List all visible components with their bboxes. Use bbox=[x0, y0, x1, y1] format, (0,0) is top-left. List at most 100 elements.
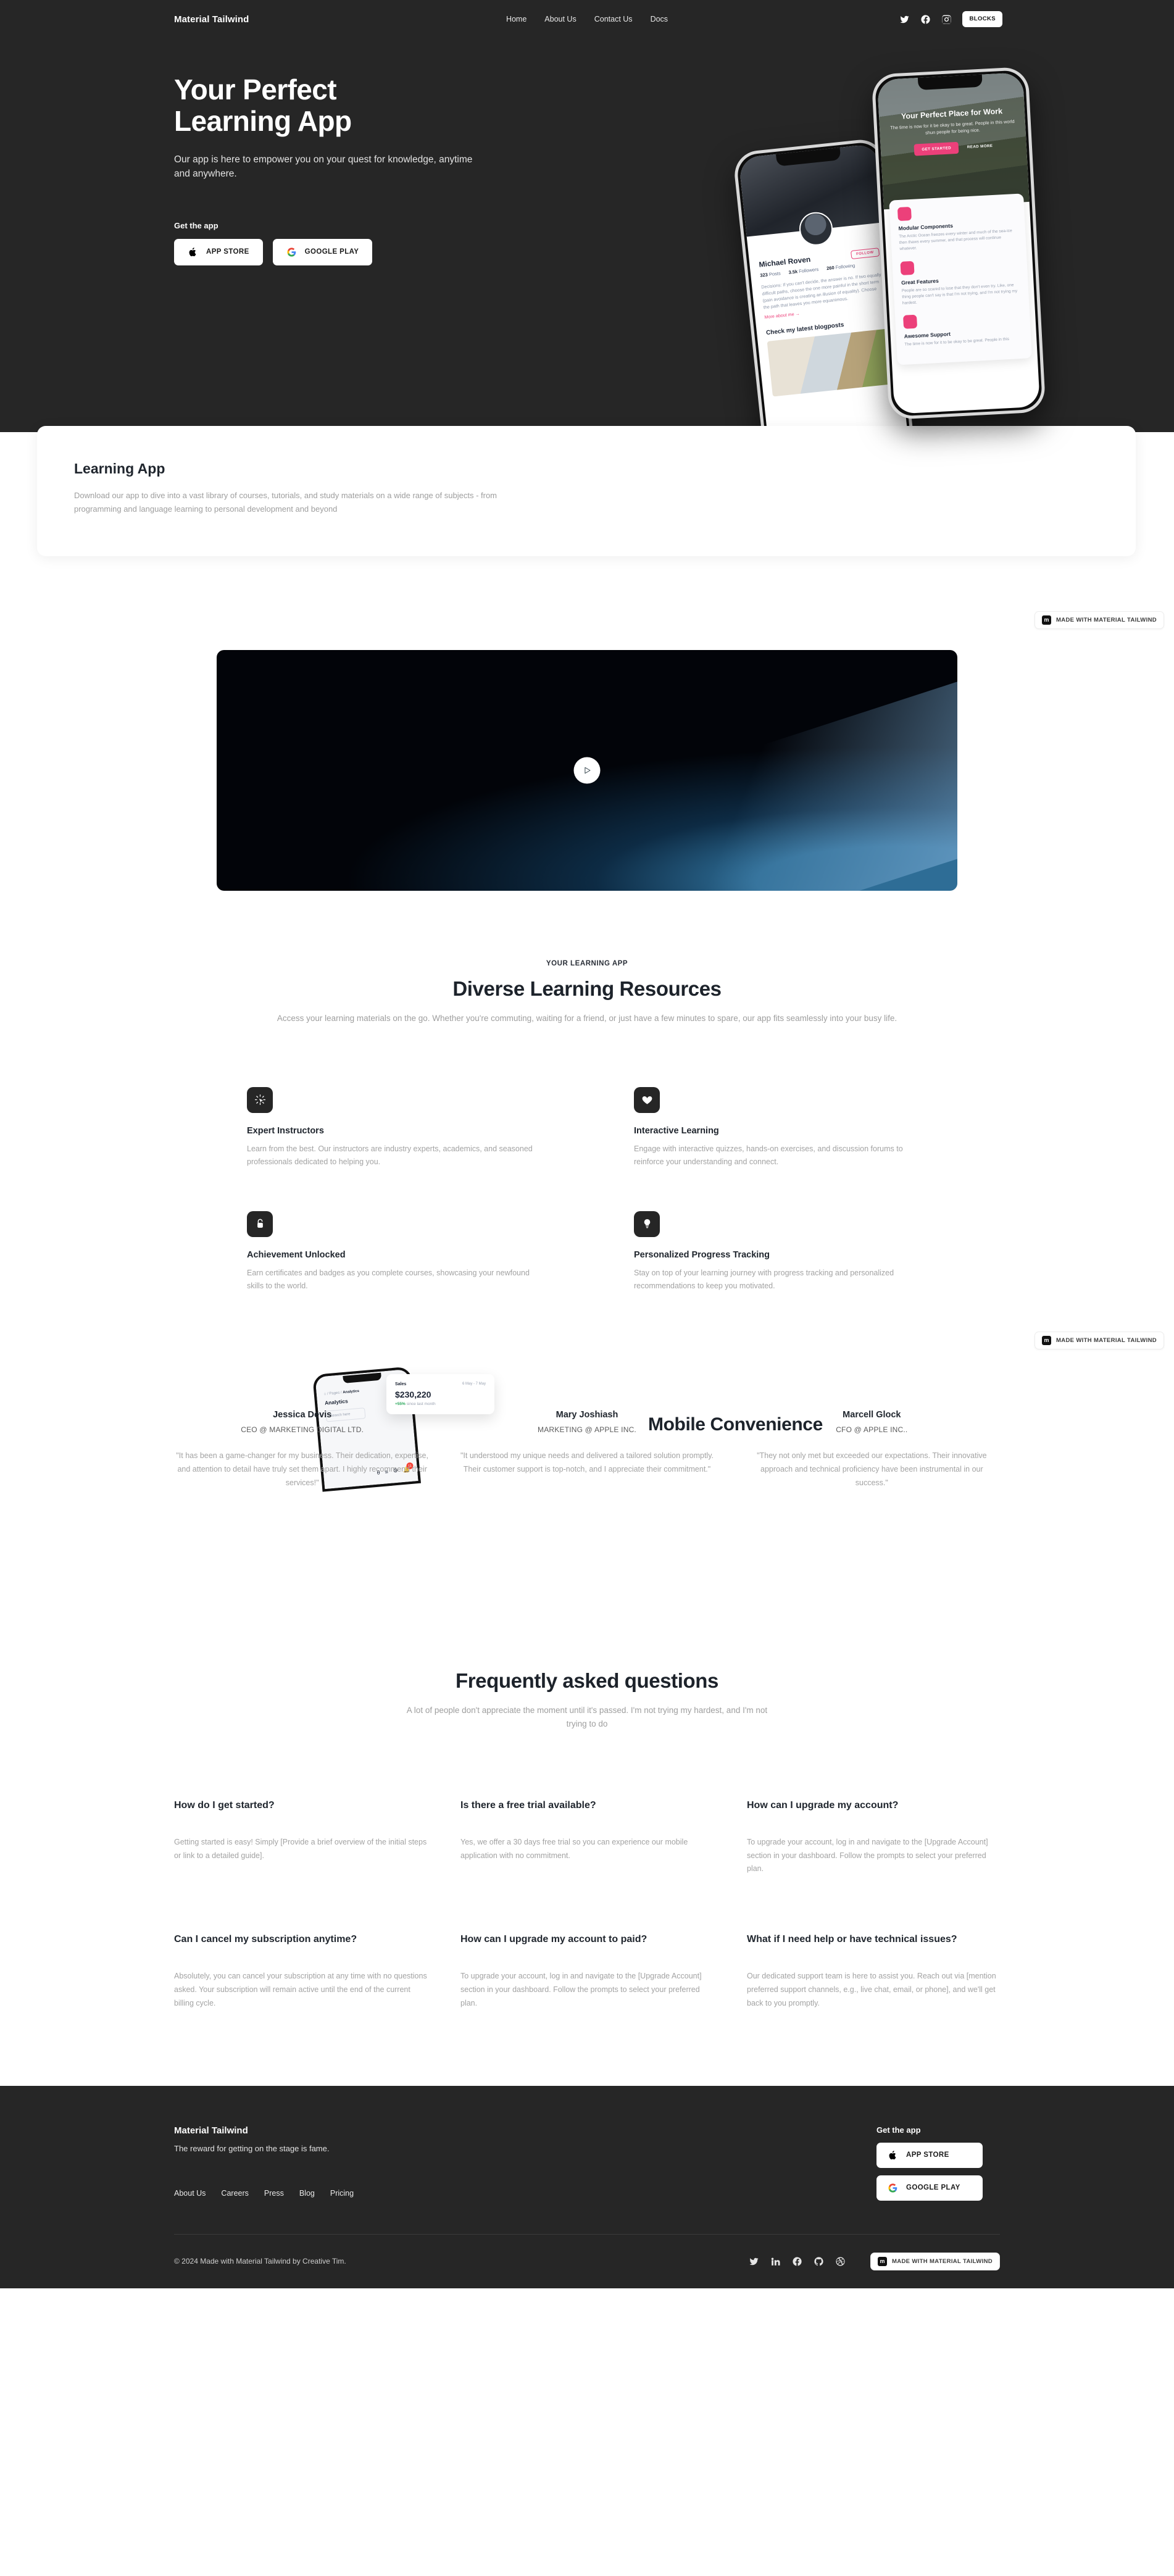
learning-app-text: Download our app to dive into a vast lib… bbox=[74, 491, 497, 514]
learning-app-title: Learning App bbox=[74, 461, 165, 477]
nav-actions: BLOCKS bbox=[899, 11, 1002, 27]
faq-item: How can I upgrade my account? To upgrade… bbox=[747, 1799, 1000, 1877]
footer-bottom-bar: © 2024 Made with Material Tailwind by Cr… bbox=[174, 2233, 1000, 2288]
phone-mockups: FOLLOW Michael Roven 323 Posts 3.5k Foll… bbox=[732, 33, 1046, 485]
made-with-badge-label: MADE WITH MATERIAL TAILWIND bbox=[1055, 617, 1157, 623]
posts-label: Posts bbox=[768, 270, 781, 278]
faq-description: A lot of people don't appreciate the mom… bbox=[406, 1705, 768, 1728]
footer-top: Material Tailwind The reward for getting… bbox=[174, 2125, 1000, 2201]
phone-mockup-landing: Your Perfect Place for Work The time is … bbox=[871, 66, 1046, 420]
footer-app-store-label: APP STORE bbox=[906, 2151, 949, 2159]
footer-get-the-app-label: Get the app bbox=[876, 2125, 921, 2135]
hero-title: Your Perfect Learning App bbox=[174, 74, 520, 136]
phone-hero-buttons: GET STARTED READ MORE bbox=[889, 139, 1018, 157]
github-icon[interactable] bbox=[814, 2256, 824, 2267]
video-player[interactable] bbox=[217, 650, 957, 891]
phone-hero-subtitle: The time is now for it be okay to be gre… bbox=[889, 118, 1015, 136]
follow-button[interactable]: FOLLOW bbox=[850, 248, 880, 260]
faq-item: Can I cancel my subscription anytime? Ab… bbox=[174, 1933, 427, 2011]
feature-text: Stay on top of your learning journey wit… bbox=[634, 1268, 894, 1291]
footer-link-press[interactable]: Press bbox=[264, 2189, 284, 2198]
heart-icon bbox=[634, 1086, 660, 1113]
posts-count: 323 bbox=[759, 272, 768, 278]
faq-answer: Getting started is easy! Simply [Provide… bbox=[174, 1837, 427, 1860]
sales-card: Sales 6 May - 7 May $230,220 +55% since … bbox=[386, 1373, 494, 1414]
nav-link-contact-us[interactable]: Contact Us bbox=[594, 15, 633, 23]
sales-delta-row: +55% since last month bbox=[395, 1402, 486, 1406]
testimonial-name: Mary Joshiash bbox=[556, 1409, 618, 1420]
made-with-badge-row-2: m MADE WITH MATERIAL TAILWIND bbox=[0, 1293, 1174, 1349]
made-with-material-tailwind-badge[interactable]: m MADE WITH MATERIAL TAILWIND bbox=[1034, 1331, 1164, 1349]
faq-question: How do I get started? bbox=[174, 1799, 275, 1811]
google-play-label: GOOGLE PLAY bbox=[304, 248, 359, 256]
faq-answer: Absolutely, you can cancel your subscrip… bbox=[174, 1972, 427, 2008]
faq-item: How can I upgrade my account to paid? To… bbox=[460, 1933, 714, 2011]
play-button[interactable] bbox=[573, 757, 601, 784]
hero-title-line-1: Your Perfect bbox=[174, 73, 337, 106]
feature-card-interactive-learning: Interactive Learning Engage with interac… bbox=[634, 1086, 927, 1169]
made-with-material-tailwind-badge[interactable]: m MADE WITH MATERIAL TAILWIND bbox=[1034, 611, 1164, 629]
features-section: YOUR LEARNING APP Diverse Learning Resou… bbox=[0, 891, 1174, 1293]
faq-answer: To upgrade your account, log in and navi… bbox=[747, 1837, 988, 1874]
faq-section: Frequently asked questions A lot of peop… bbox=[0, 1583, 1174, 2011]
footer-link-blog[interactable]: Blog bbox=[299, 2189, 315, 2198]
testimonial-card: Jessica Devis CEO @ MARKETING DIGITAL LT… bbox=[174, 1410, 430, 1490]
twitter-icon[interactable] bbox=[749, 2256, 759, 2267]
footer-app-store-button[interactable]: APP STORE bbox=[876, 2142, 983, 2168]
features-eyebrow: YOUR LEARNING APP bbox=[546, 960, 628, 967]
features-description: Access your learning materials on the go… bbox=[277, 1014, 897, 1023]
facebook-icon[interactable] bbox=[920, 14, 931, 25]
breadcrumb-pages[interactable]: Pages bbox=[329, 1391, 339, 1395]
instagram-icon[interactable] bbox=[941, 14, 952, 25]
nav-link-docs[interactable]: Docs bbox=[651, 15, 668, 23]
google-play-button[interactable]: GOOGLE PLAY bbox=[272, 238, 373, 265]
footer-social-links: m MADE WITH MATERIAL TAILWIND bbox=[749, 2252, 1000, 2270]
testimonial-quote: "It has been a game-changer for my busin… bbox=[176, 1451, 428, 1488]
footer-left: Material Tailwind The reward for getting… bbox=[174, 2125, 876, 2201]
modular-components-icon bbox=[897, 206, 912, 222]
video-section bbox=[0, 629, 1174, 891]
blocks-button[interactable]: BLOCKS bbox=[962, 11, 1002, 27]
footer-link-careers[interactable]: Careers bbox=[221, 2189, 248, 2198]
get-started-button[interactable]: GET STARTED bbox=[914, 142, 959, 156]
learning-app-card-wrap: Learning App Download our app to dive in… bbox=[0, 426, 1174, 611]
hero-subtitle: Our app is here to empower you on your q… bbox=[174, 154, 473, 180]
faq-question: Is there a free trial available? bbox=[460, 1799, 596, 1811]
lock-icon bbox=[247, 1211, 273, 1237]
hero-content: Your Perfect Learning App Our app is her… bbox=[0, 38, 1174, 485]
app-store-label: APP STORE bbox=[206, 248, 249, 256]
breadcrumb-home-icon[interactable]: ⌂ bbox=[324, 1392, 327, 1396]
app-store-button[interactable]: APP STORE bbox=[174, 238, 263, 265]
dribbble-icon[interactable] bbox=[835, 2256, 846, 2267]
lightbulb-icon bbox=[634, 1211, 660, 1237]
made-with-badge-label: MADE WITH MATERIAL TAILWIND bbox=[891, 2257, 993, 2265]
footer-link-about-us[interactable]: About Us bbox=[174, 2189, 206, 2198]
footer-store-buttons: APP STORE GOOGLE PLAY bbox=[876, 2142, 1000, 2201]
feature-text: Earn certificates and badges as you comp… bbox=[247, 1268, 530, 1291]
nav-link-about-us[interactable]: About Us bbox=[544, 15, 576, 23]
testimonial-quote: "It understood my unique needs and deliv… bbox=[460, 1451, 714, 1474]
feature-card-achievement-unlocked: Achievement Unlocked Earn certificates a… bbox=[247, 1211, 540, 1293]
phone-card-text: People are so scared to lose that they d… bbox=[901, 283, 1018, 306]
faq-question: What if I need help or have technical is… bbox=[747, 1934, 957, 1945]
faq-answer: To upgrade your account, log in and navi… bbox=[460, 1972, 702, 2008]
phone-hero-image: Your Perfect Place for Work The time is … bbox=[876, 72, 1030, 210]
footer-google-play-label: GOOGLE PLAY bbox=[906, 2184, 960, 2192]
made-with-badge-label: MADE WITH MATERIAL TAILWIND bbox=[1055, 1336, 1157, 1344]
linkedin-icon[interactable] bbox=[770, 2256, 781, 2267]
twitter-icon[interactable] bbox=[899, 14, 910, 25]
faq-question: Can I cancel my subscription anytime? bbox=[174, 1934, 357, 1945]
nav-brand[interactable]: Material Tailwind bbox=[174, 14, 249, 25]
made-with-material-tailwind-badge[interactable]: m MADE WITH MATERIAL TAILWIND bbox=[870, 2252, 1000, 2270]
nav-link-home[interactable]: Home bbox=[506, 15, 527, 23]
features-heading: Diverse Learning Resources bbox=[452, 977, 722, 1000]
facebook-icon[interactable] bbox=[792, 2256, 802, 2267]
faq-answer: Yes, we offer a 30 days free trial so yo… bbox=[460, 1837, 688, 1860]
material-tailwind-mark-icon: m bbox=[877, 2256, 887, 2266]
feature-card-expert-instructors: Expert Instructors Learn from the best. … bbox=[247, 1086, 540, 1169]
footer-google-play-button[interactable]: GOOGLE PLAY bbox=[876, 2175, 983, 2201]
read-more-button[interactable]: READ MORE bbox=[967, 144, 993, 149]
footer-link-pricing[interactable]: Pricing bbox=[330, 2189, 354, 2198]
features-grid: Expert Instructors Learn from the best. … bbox=[174, 1086, 1000, 1293]
followers-label: Followers bbox=[798, 266, 819, 274]
